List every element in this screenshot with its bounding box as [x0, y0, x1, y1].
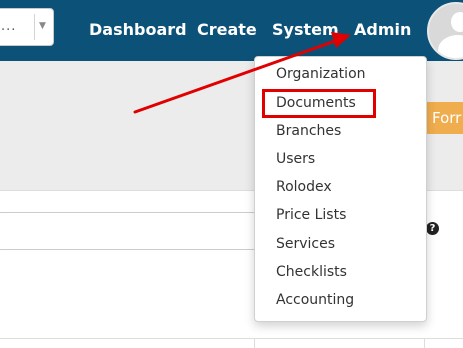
annotation-arrow-icon — [133, 32, 351, 114]
